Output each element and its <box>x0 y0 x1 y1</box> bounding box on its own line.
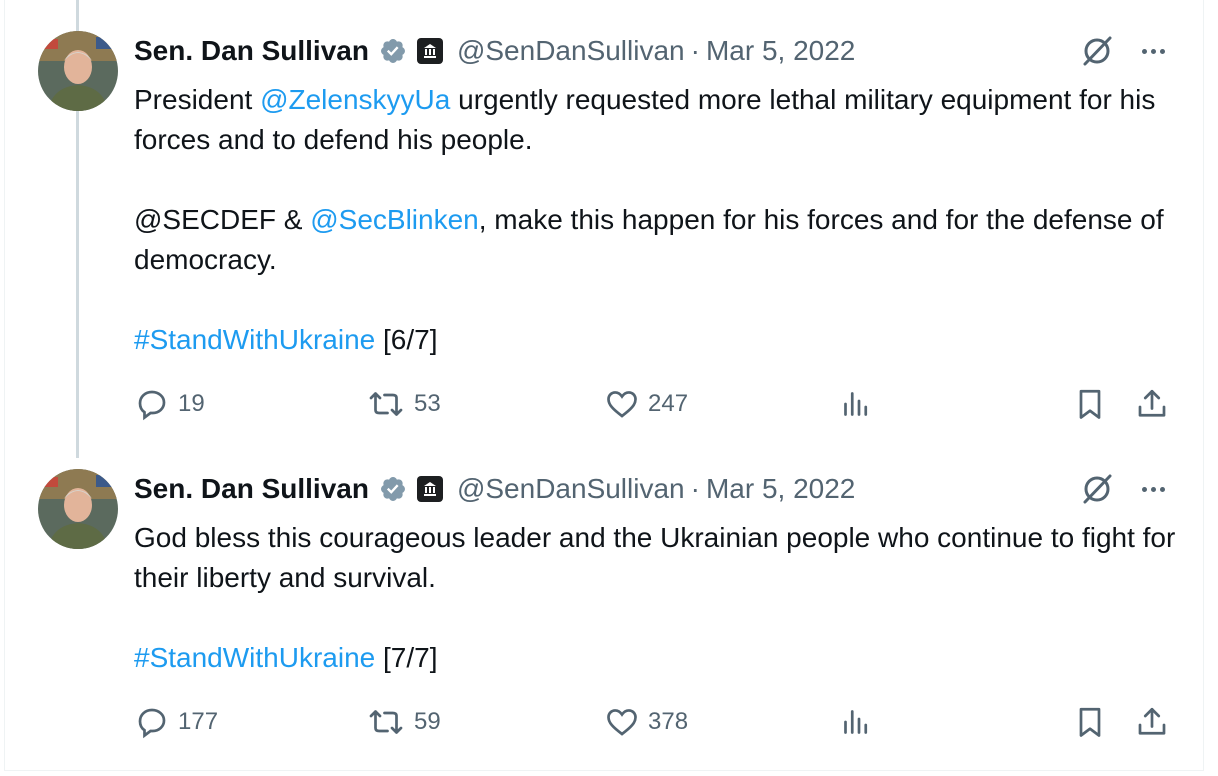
like-button[interactable]: 378 <box>604 702 688 742</box>
author-handle[interactable]: @SenDanSullivan <box>457 35 685 67</box>
government-building-icon <box>416 38 443 64</box>
reply-button[interactable]: 177 <box>134 702 218 742</box>
share-button[interactable] <box>1134 384 1170 424</box>
heart-icon <box>604 704 640 740</box>
share-button[interactable] <box>1134 702 1170 742</box>
bookmark-icon <box>1072 704 1108 740</box>
tweet-text: President @ZelenskyyUa urgently requeste… <box>134 80 1184 360</box>
tweet-text: God bless this courageous leader and the… <box>134 518 1184 678</box>
hashtag-link[interactable]: #StandWithUkraine <box>134 642 375 673</box>
avatar[interactable] <box>38 31 118 111</box>
repost-icon <box>366 386 406 422</box>
reply-icon <box>134 704 170 740</box>
tweet-header: Sen. Dan Sullivan @SenDanSullivan · Mar … <box>134 34 855 68</box>
thread-counter: [6/7] <box>375 324 438 355</box>
tweet-paragraph: #StandWithUkraine [6/7] <box>134 320 1184 360</box>
repost-button[interactable]: 53 <box>366 384 441 424</box>
repost-count: 53 <box>414 390 441 417</box>
share-icon <box>1134 386 1170 422</box>
more-dots-icon[interactable] <box>1135 33 1171 69</box>
heart-icon <box>604 386 640 422</box>
verified-badge-icon <box>379 475 407 503</box>
tweet-paragraph: God bless this courageous leader and the… <box>134 522 1176 593</box>
tweet-header: Sen. Dan Sullivan @SenDanSullivan · Mar … <box>134 472 855 506</box>
analytics-icon <box>838 704 874 740</box>
grok-icon[interactable] <box>1078 32 1116 70</box>
thread-counter: [7/7] <box>375 642 438 673</box>
tweet-date[interactable]: Mar 5, 2022 <box>706 473 855 505</box>
reply-icon <box>134 386 170 422</box>
separator-dot: · <box>690 473 700 504</box>
repost-icon <box>366 704 406 740</box>
text-segment: @SECDEF & <box>134 204 311 235</box>
more-dots-icon[interactable] <box>1135 471 1171 507</box>
repost-button[interactable]: 59 <box>366 702 441 742</box>
separator-dot: · <box>690 35 700 66</box>
views-button[interactable] <box>838 702 874 742</box>
tweet-actions: 19 53 247 <box>0 384 1218 424</box>
bookmark-button[interactable] <box>1072 384 1108 424</box>
author-handle[interactable]: @SenDanSullivan <box>457 473 685 505</box>
mention-link[interactable]: @SecBlinken <box>310 204 479 235</box>
tweet-actions: 177 59 378 <box>0 702 1218 742</box>
analytics-icon <box>838 386 874 422</box>
author-name[interactable]: Sen. Dan Sullivan <box>134 35 369 67</box>
share-icon <box>1134 704 1170 740</box>
government-building-icon <box>416 476 443 502</box>
tweet-date[interactable]: Mar 5, 2022 <box>706 35 855 67</box>
tweet-paragraph: @SECDEF & @SecBlinken, make this happen … <box>134 200 1184 280</box>
verified-badge-icon <box>379 37 407 65</box>
avatar[interactable] <box>38 469 118 549</box>
bookmark-button[interactable] <box>1072 702 1108 742</box>
text-segment: President <box>134 84 261 115</box>
author-name[interactable]: Sen. Dan Sullivan <box>134 473 369 505</box>
views-button[interactable] <box>838 384 874 424</box>
mention-link[interactable]: @ZelenskyyUa <box>260 84 450 115</box>
grok-icon[interactable] <box>1078 470 1116 508</box>
like-count: 378 <box>648 708 689 735</box>
repost-count: 59 <box>414 708 441 735</box>
reply-button[interactable]: 19 <box>134 384 205 424</box>
hashtag-link[interactable]: #StandWithUkraine <box>134 324 375 355</box>
bookmark-icon <box>1072 386 1108 422</box>
tweet-paragraph: President @ZelenskyyUa urgently requeste… <box>134 80 1184 160</box>
like-button[interactable]: 247 <box>604 384 688 424</box>
reply-count: 177 <box>178 708 219 735</box>
reply-count: 19 <box>178 390 205 417</box>
like-count: 247 <box>648 390 689 417</box>
tweet-paragraph: #StandWithUkraine [7/7] <box>134 638 1184 678</box>
